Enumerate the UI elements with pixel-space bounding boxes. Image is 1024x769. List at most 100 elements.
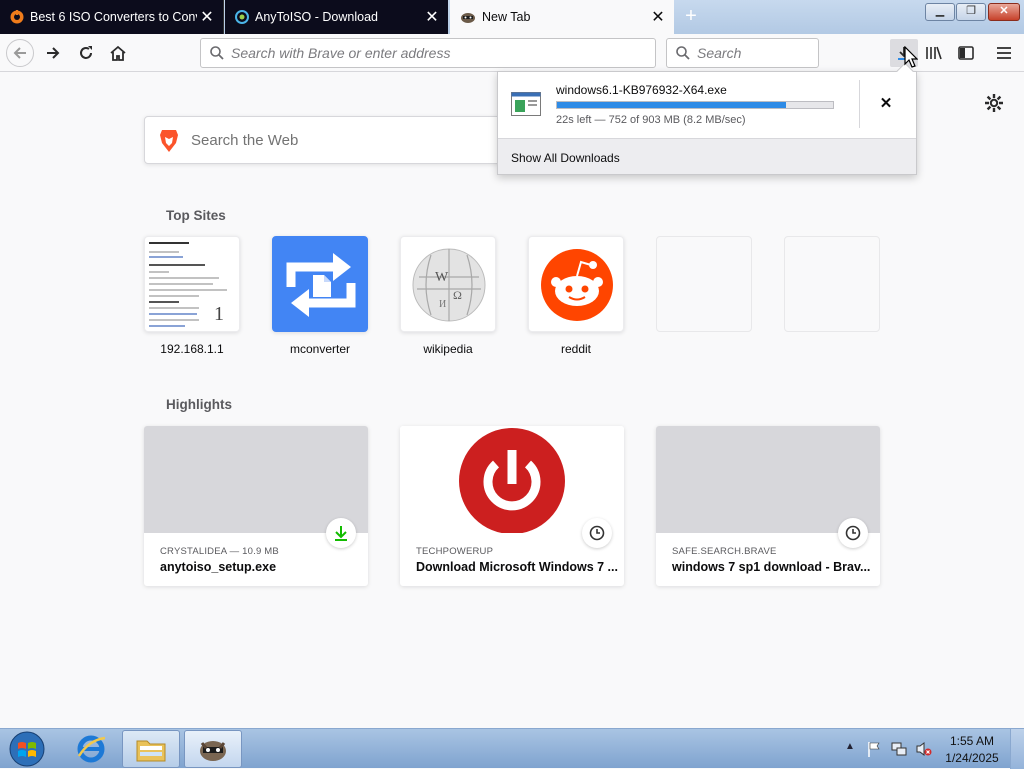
site-thumbnail: 1 — [144, 236, 240, 332]
forward-button[interactable] — [39, 39, 67, 67]
clock-icon — [582, 518, 612, 548]
card-title: Download Microsoft Windows 7 ... — [416, 560, 618, 574]
menu-button[interactable] — [990, 39, 1018, 67]
search-box[interactable]: Search — [666, 38, 819, 68]
site-label: reddit — [560, 342, 592, 356]
action-center-flag-icon[interactable] — [866, 741, 882, 757]
reddit-logo-icon — [541, 249, 613, 321]
svg-text:Ω: Ω — [453, 288, 462, 302]
brave-lion-icon — [160, 130, 178, 152]
download-progress-bar — [556, 101, 834, 109]
top-site-tile[interactable]: reddit — [528, 236, 624, 356]
reload-icon — [80, 46, 92, 59]
show-all-downloads-link[interactable]: Show All Downloads — [511, 151, 620, 165]
card-preview — [144, 426, 368, 533]
clock-time[interactable]: 1:55 AM — [946, 734, 998, 748]
downloads-footer[interactable]: Show All Downloads — [498, 138, 916, 174]
site-label: wikipedia — [423, 342, 473, 356]
address-placeholder: Search with Brave or enter address — [231, 45, 451, 61]
tab-new-tab[interactable]: New Tab ✕ — [450, 0, 674, 34]
highlight-card[interactable]: CRYSTALIDEA — 10.9 MB anytoiso_setup.exe — [144, 426, 368, 586]
search-icon — [676, 46, 690, 60]
network-icon[interactable] — [891, 741, 907, 757]
taskbar: ▲ 1:55 AM 1/24/2025 — [0, 728, 1024, 769]
library-button[interactable] — [920, 39, 948, 67]
cancel-download-button[interactable]: ✕ — [876, 94, 896, 114]
site-label: 192.168.1.1 — [160, 342, 224, 356]
highlight-card[interactable]: TECHPOWERUP Download Microsoft Windows 7… — [400, 426, 624, 586]
empty-site-slot — [656, 236, 752, 332]
tab-title: New Tab — [482, 10, 531, 24]
tab-strip: Best 6 ISO Converters to Conve ✕ AnyToIS… — [0, 0, 1024, 34]
library-icon — [926, 46, 942, 60]
file-explorer-taskbar-button[interactable] — [122, 730, 180, 768]
site-favicon-icon — [10, 10, 24, 24]
close-icon[interactable]: ✕ — [422, 7, 442, 27]
internet-explorer-taskbar-button[interactable] — [62, 730, 120, 768]
svg-text:И: И — [439, 299, 446, 310]
highlights-heading: Highlights — [166, 397, 232, 412]
wikipedia-globe-icon: W Ω И — [412, 248, 486, 322]
navigation-toolbar: Search with Brave or enter address Searc… — [0, 34, 1024, 72]
card-preview — [400, 426, 624, 534]
pin-number: 1 — [199, 297, 239, 331]
divider — [859, 80, 860, 128]
anytoiso-favicon-icon — [235, 10, 249, 24]
minimize-button[interactable]: ▁ — [925, 3, 955, 21]
browser-taskbar-button[interactable] — [184, 730, 242, 768]
top-sites-heading: Top Sites — [166, 208, 226, 223]
start-button[interactable] — [2, 730, 52, 768]
site-thumbnail — [272, 236, 368, 332]
site-label: mconverter — [289, 342, 351, 356]
reload-button[interactable] — [72, 39, 100, 67]
sidebar-button[interactable] — [952, 39, 980, 67]
top-site-tile[interactable]: 1 192.168.1.1 — [144, 236, 240, 356]
new-tab-button[interactable]: + — [680, 6, 702, 28]
address-bar[interactable]: Search with Brave or enter address — [200, 38, 656, 68]
card-title: anytoiso_setup.exe — [160, 560, 277, 574]
card-preview — [656, 426, 880, 533]
empty-thumbnail — [784, 236, 880, 332]
close-window-button[interactable]: ✕ — [988, 3, 1020, 21]
show-hidden-icons-button[interactable]: ▲ — [845, 741, 855, 752]
close-icon[interactable]: ✕ — [197, 7, 217, 27]
site-thumbnail: W Ω И — [400, 236, 496, 332]
tab-iso-converters[interactable]: Best 6 ISO Converters to Conve ✕ — [0, 0, 224, 34]
downloads-panel: windows6.1-KB976932-X64.exe 22s left — 7… — [497, 62, 917, 175]
web-search-placeholder: Search the Web — [191, 132, 299, 149]
raccoon-app-icon — [200, 741, 226, 761]
home-button[interactable] — [104, 39, 132, 67]
arrow-left-icon — [13, 47, 26, 59]
download-status: 22s left — 752 of 903 MB (8.2 MB/sec) — [556, 114, 746, 126]
gear-icon[interactable] — [984, 93, 1004, 113]
tab-anytoiso-download[interactable]: AnyToISO - Download ✕ — [225, 0, 448, 34]
clock-icon — [838, 518, 868, 548]
maximize-button[interactable]: ❐ — [956, 3, 986, 21]
card-source: CRYSTALIDEA — 10.9 MB — [160, 546, 279, 557]
hamburger-menu-icon — [997, 47, 1011, 59]
show-desktop-button[interactable] — [1010, 729, 1024, 769]
volume-muted-icon[interactable] — [916, 741, 932, 757]
back-button[interactable] — [6, 39, 34, 67]
site-thumbnail — [528, 236, 624, 332]
tab-title: Best 6 ISO Converters to Conve — [30, 10, 197, 24]
tab-title: AnyToISO - Download — [255, 10, 378, 24]
arrow-right-icon — [47, 47, 60, 59]
top-site-tile[interactable]: W Ω И wikipedia — [400, 236, 496, 356]
download-progress-fill — [557, 102, 787, 108]
top-site-tile[interactable]: mconverter — [272, 236, 368, 356]
download-filename: windows6.1-KB976932-X64.exe — [556, 83, 727, 97]
highlight-card[interactable]: SAFE.SEARCH.BRAVE windows 7 sp1 download… — [656, 426, 880, 586]
card-title: windows 7 sp1 download - Brav... — [672, 560, 871, 574]
card-source: SAFE.SEARCH.BRAVE — [672, 546, 777, 557]
card-source: TECHPOWERUP — [416, 546, 494, 557]
executable-file-icon — [511, 92, 541, 116]
home-icon — [110, 45, 126, 61]
empty-site-slot — [784, 236, 880, 332]
sidebar-icon — [958, 46, 974, 60]
raccoon-favicon-icon — [461, 13, 475, 23]
mouse-cursor-icon — [904, 46, 918, 68]
clock-date[interactable]: 1/24/2025 — [942, 751, 1002, 765]
close-icon[interactable]: ✕ — [648, 7, 668, 27]
empty-thumbnail — [656, 236, 752, 332]
